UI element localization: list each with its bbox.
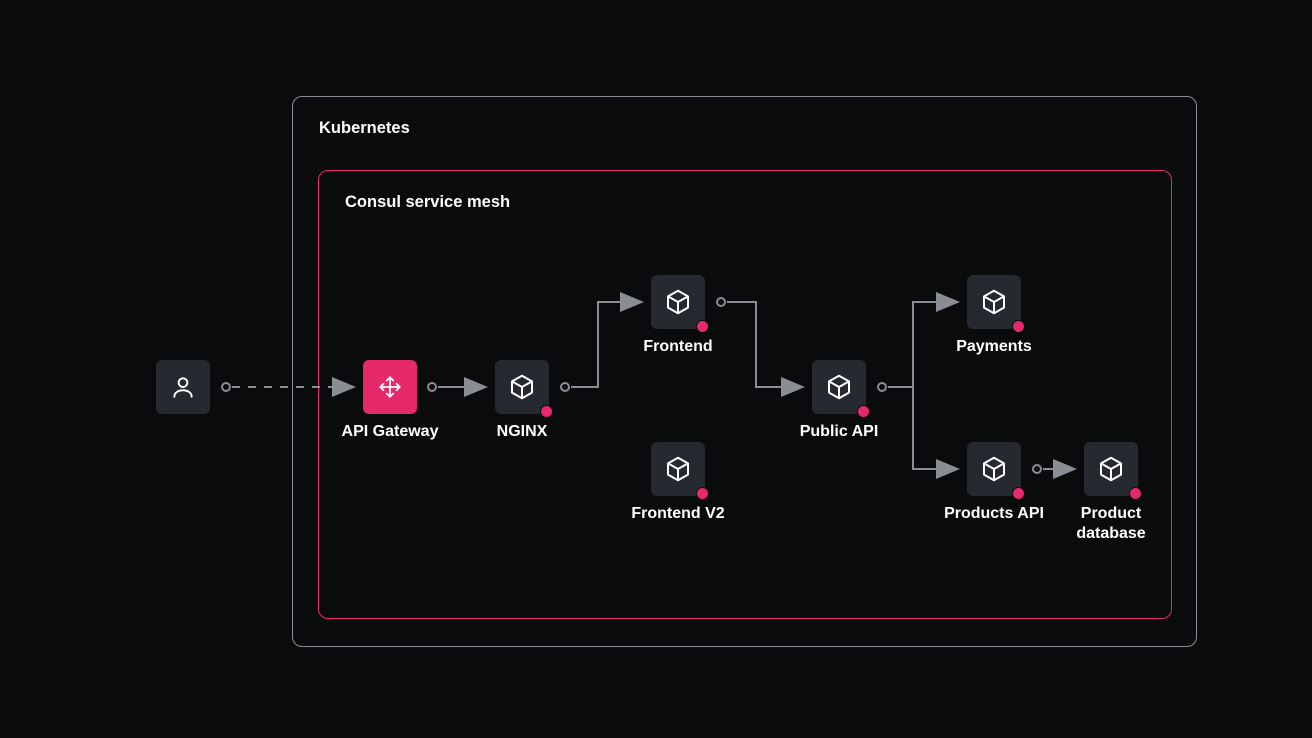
cube-icon (663, 454, 693, 484)
port-icon (877, 382, 887, 392)
consul-dot-icon (540, 405, 553, 418)
port-icon (221, 382, 231, 392)
frontend-v2-label: Frontend V2 (618, 504, 738, 524)
consul-dot-icon (696, 320, 709, 333)
cube-icon (979, 287, 1009, 317)
port-icon (427, 382, 437, 392)
frontend-v2-node (651, 442, 705, 496)
consul-label: Consul service mesh (345, 193, 510, 212)
public-api-node (812, 360, 866, 414)
cube-icon (507, 372, 537, 402)
diagram-canvas: Kubernetes Consul service mesh API Gatew… (0, 0, 1312, 738)
user-node (156, 360, 210, 414)
products-api-node (967, 442, 1021, 496)
public-api-label: Public API (779, 422, 899, 442)
port-icon (716, 297, 726, 307)
frontend-node (651, 275, 705, 329)
product-database-node (1084, 442, 1138, 496)
products-api-label: Products API (934, 504, 1054, 524)
cube-icon (663, 287, 693, 317)
api-gateway-node (363, 360, 417, 414)
kubernetes-label: Kubernetes (319, 119, 410, 138)
port-icon (560, 382, 570, 392)
consul-container: Consul service mesh (318, 170, 1172, 619)
payments-label: Payments (934, 337, 1054, 357)
nginx-node (495, 360, 549, 414)
frontend-label: Frontend (618, 337, 738, 357)
user-icon (170, 374, 196, 400)
cube-icon (1096, 454, 1126, 484)
consul-dot-icon (1129, 487, 1142, 500)
cube-icon (979, 454, 1009, 484)
consul-dot-icon (1012, 487, 1025, 500)
consul-dot-icon (857, 405, 870, 418)
consul-dot-icon (1012, 320, 1025, 333)
api-gateway-label: API Gateway (330, 422, 450, 442)
cube-icon (824, 372, 854, 402)
consul-dot-icon (696, 487, 709, 500)
product-database-label: Product database (1051, 504, 1171, 544)
move-icon (377, 374, 403, 400)
payments-node (967, 275, 1021, 329)
nginx-label: NGINX (462, 422, 582, 442)
port-icon (1032, 464, 1042, 474)
